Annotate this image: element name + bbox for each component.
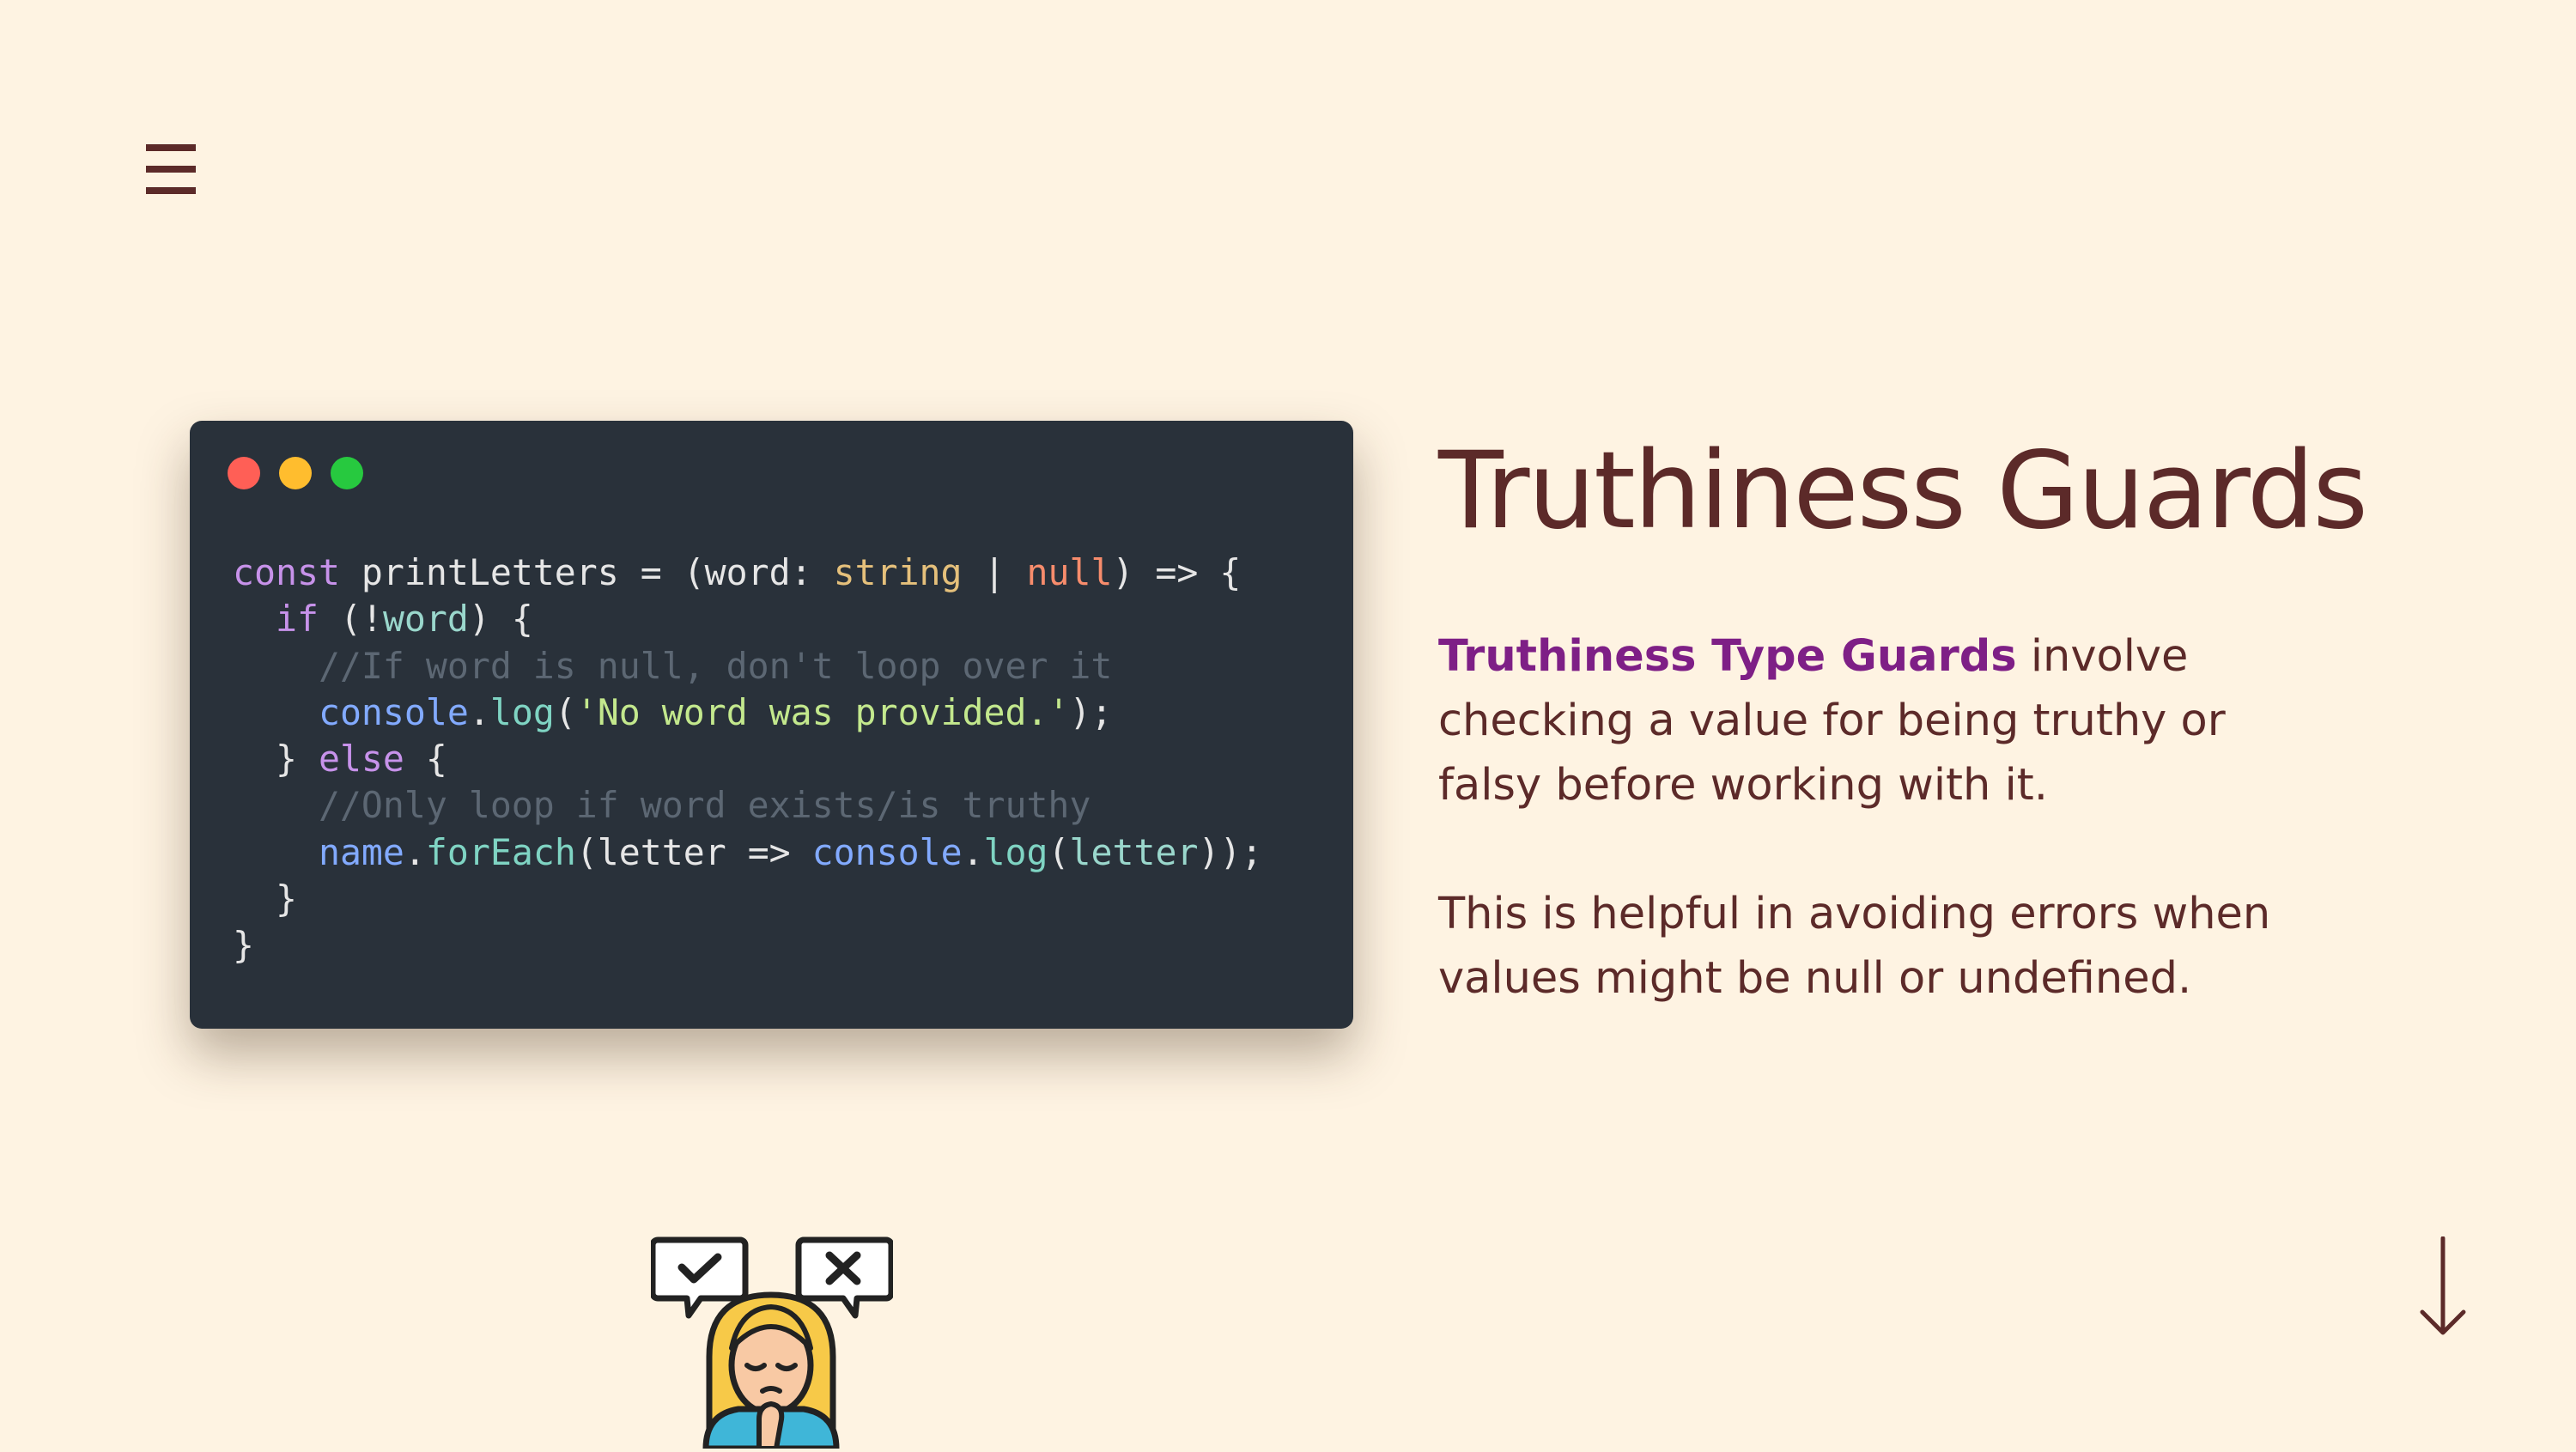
note-paragraph: This is helpful in avoiding errors when … xyxy=(1438,889,2271,1004)
code-line: } else { xyxy=(233,738,447,781)
down-arrow-icon[interactable] xyxy=(2417,1236,2469,1340)
code-line: name.forEach(letter => console.log(lette… xyxy=(318,830,1263,873)
menu-bar-bottom xyxy=(146,187,196,194)
window-maximize-dot xyxy=(331,457,363,489)
code-line: } xyxy=(233,878,297,920)
code-line: } xyxy=(233,924,254,967)
highlight-term: Truthiness Type Guards xyxy=(1438,631,2017,682)
code-line: console.log('No word was provided.'); xyxy=(318,690,1113,733)
code-line: //If word is null, don't loop over it xyxy=(233,644,1113,687)
menu-bar-top xyxy=(146,144,196,151)
description-paragraph: Truthiness Type Guards involve checking … xyxy=(1438,624,2297,817)
code-line: if (!word) { xyxy=(275,598,533,641)
code-line: //Only loop if word exists/is truthy xyxy=(233,784,1091,827)
code-window: const printLetters = (word: string | nul… xyxy=(190,421,1353,1029)
code-line: const printLetters = (word: string | nul… xyxy=(233,551,1242,593)
code-block: const printLetters = (word: string | nul… xyxy=(233,550,1262,969)
slide-title: Truthiness Guards xyxy=(1438,429,2368,553)
menu-bar-middle xyxy=(146,166,196,173)
thinking-person-check-cross-icon xyxy=(649,1236,895,1452)
window-close-dot xyxy=(228,457,260,489)
hamburger-menu-icon[interactable] xyxy=(137,137,206,201)
window-minimize-dot xyxy=(279,457,312,489)
